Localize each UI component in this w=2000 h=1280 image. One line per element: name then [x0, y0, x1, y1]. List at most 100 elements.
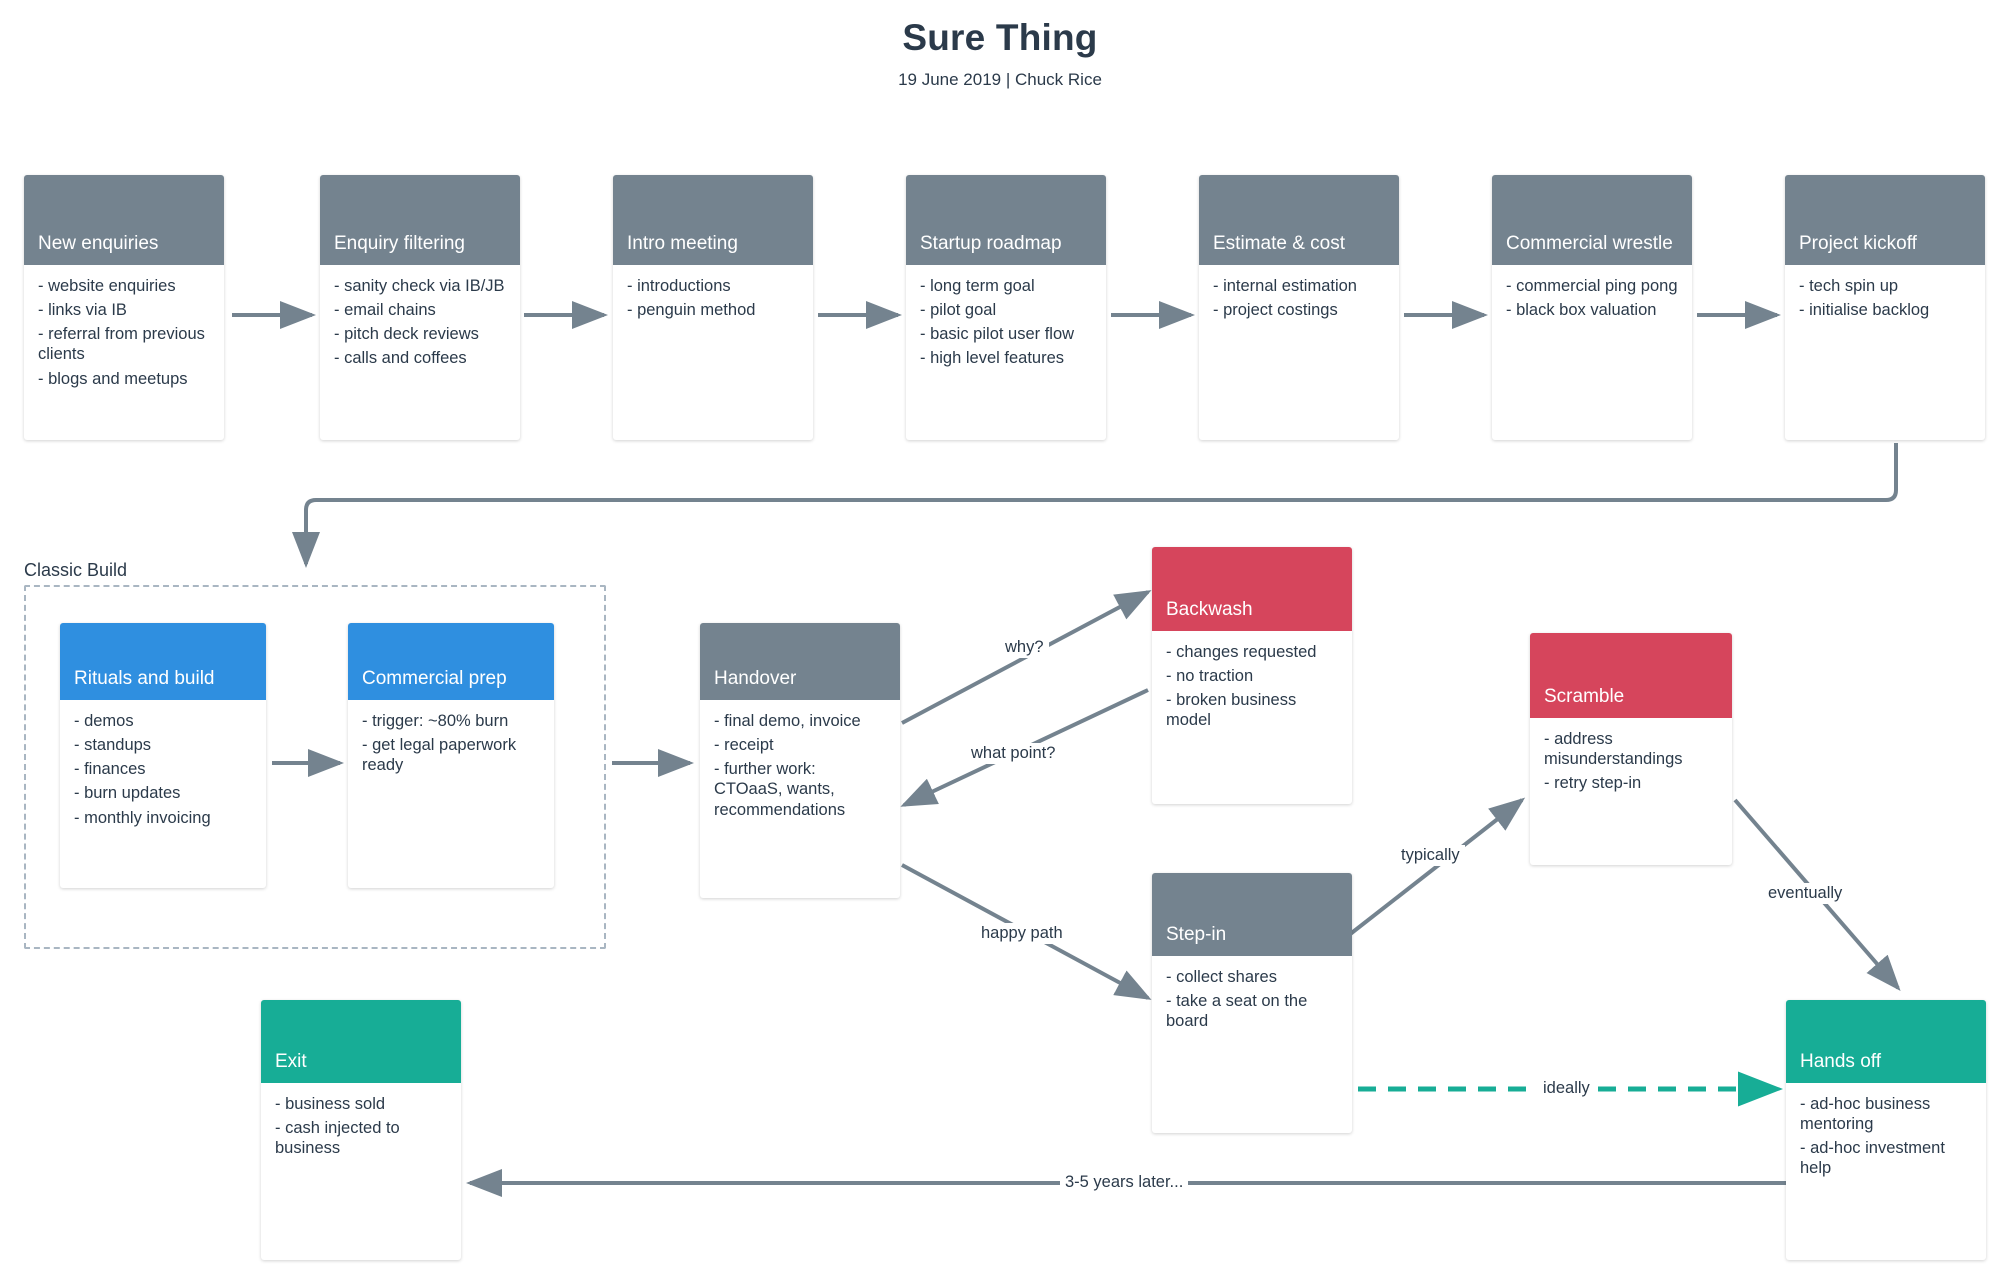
card-body-scramble: - address misunderstandings - retry step…: [1530, 718, 1732, 805]
card-intro-meeting[interactable]: Intro meeting - introductions - penguin …: [613, 175, 813, 440]
list-item: - business sold: [275, 1095, 386, 1113]
list-item: - receipt: [714, 736, 774, 755]
card-header-scramble: Scramble: [1530, 633, 1732, 718]
edge-label-why: why?: [1000, 637, 1049, 658]
card-header-exit: Exit: [261, 1000, 461, 1083]
list-item: - internal estimation: [1213, 277, 1357, 295]
list-item: - initialise backlog: [1799, 301, 1930, 320]
card-handover[interactable]: Handover - final demo, invoice - receipt…: [700, 623, 900, 898]
card-step-in[interactable]: Step-in - collect shares - take a seat o…: [1152, 873, 1352, 1133]
list-item: - cash injected to business: [275, 1119, 400, 1158]
card-header-backwash: Backwash: [1152, 547, 1352, 631]
list-item: - standups: [74, 736, 152, 755]
list-item: - broken business model: [1166, 691, 1297, 730]
card-estimate-cost[interactable]: Estimate & cost - internal estimation - …: [1199, 175, 1399, 440]
page-header: Sure Thing 19 June 2019 | Chuck Rice: [0, 17, 2000, 89]
list-item: - changes requested: [1166, 643, 1317, 661]
page-title: Sure Thing: [902, 17, 1098, 58]
list-item: - pitch deck reviews: [334, 325, 479, 344]
edge-stepin-to-scramble: [1347, 797, 1526, 937]
card-exit[interactable]: Exit - business sold - cash injected to …: [261, 1000, 461, 1260]
list-item: - basic pilot user flow: [920, 325, 1075, 344]
edge-label-ideally: ideally: [1538, 1078, 1595, 1099]
list-item: - get legal paperwork ready: [362, 736, 517, 775]
card-header-commercial-prep: Commercial prep: [348, 623, 554, 700]
list-item: - final demo, invoice: [714, 712, 861, 730]
card-header-commercial-wrestle: Commercial wrestle: [1492, 175, 1692, 265]
list-item: - introductions: [627, 277, 731, 295]
edge-label-years-later: 3-5 years later...: [1060, 1172, 1189, 1193]
list-item: - burn updates: [74, 784, 181, 803]
edge-kickoff-to-classic: [292, 443, 1898, 568]
list-item: - ad-hoc business mentoring: [1800, 1095, 1931, 1134]
list-item: - high level features: [920, 349, 1064, 368]
page-subtitle: 19 June 2019 | Chuck Rice: [898, 69, 1102, 89]
list-item: - commercial ping pong: [1506, 277, 1678, 295]
card-body-enquiry-filtering: - sanity check via IB/JB - email chains …: [320, 265, 520, 381]
list-item: - no traction: [1166, 667, 1254, 686]
edge-label-typically: typically: [1396, 845, 1465, 866]
card-new-enquiries[interactable]: New enquiries - website enquiries - link…: [24, 175, 224, 440]
list-item: - website enquiries: [38, 277, 176, 295]
card-commercial-prep[interactable]: Commercial prep - trigger: ~80% burn - g…: [348, 623, 554, 888]
card-body-startup-roadmap: - long term goal - pilot goal - basic pi…: [906, 265, 1106, 381]
edge-label-happy-path: happy path: [976, 923, 1068, 944]
card-rituals-and-build[interactable]: Rituals and build - demos - standups - f…: [60, 623, 266, 888]
list-item: - sanity check via IB/JB: [334, 277, 505, 295]
list-item: - monthly invoicing: [74, 808, 211, 827]
list-item: - blogs and meetups: [38, 369, 188, 388]
card-backwash[interactable]: Backwash - changes requested - no tracti…: [1152, 547, 1352, 804]
card-header-project-kickoff: Project kickoff: [1785, 175, 1985, 265]
card-commercial-wrestle[interactable]: Commercial wrestle - commercial ping pon…: [1492, 175, 1692, 440]
card-body-rituals-and-build: - demos - standups - finances - burn upd…: [60, 700, 266, 840]
card-body-intro-meeting: - introductions - penguin method: [613, 265, 813, 332]
edge-label-what-point: what point?: [966, 743, 1061, 764]
list-item: - address misunderstandings: [1544, 730, 1683, 769]
list-item: - ad-hoc investment help: [1800, 1139, 1945, 1178]
card-body-commercial-prep: - trigger: ~80% burn - get legal paperwo…: [348, 700, 554, 787]
list-item: - long term goal: [920, 277, 1035, 295]
list-item: - finances: [74, 760, 146, 779]
card-scramble[interactable]: Scramble - address misunderstandings - r…: [1530, 633, 1732, 865]
card-body-backwash: - changes requested - no traction - brok…: [1152, 631, 1352, 743]
card-body-project-kickoff: - tech spin up - initialise backlog: [1785, 265, 1985, 332]
card-header-startup-roadmap: Startup roadmap: [906, 175, 1106, 265]
card-hands-off[interactable]: Hands off - ad-hoc business mentoring - …: [1786, 1000, 1986, 1260]
edge-label-eventually: eventually: [1763, 883, 1848, 904]
card-header-rituals-and-build: Rituals and build: [60, 623, 266, 700]
list-item: - further work: CTOaaS, wants, recommend…: [714, 760, 846, 819]
card-body-handover: - final demo, invoice - receipt - furthe…: [700, 700, 900, 832]
list-item: - penguin method: [627, 301, 756, 320]
card-project-kickoff[interactable]: Project kickoff - tech spin up - initial…: [1785, 175, 1985, 440]
card-header-handover: Handover: [700, 623, 900, 700]
list-item: - pilot goal: [920, 301, 997, 320]
list-item: - calls and coffees: [334, 349, 467, 368]
list-item: - black box valuation: [1506, 301, 1657, 320]
card-body-exit: - business sold - cash injected to busin…: [261, 1083, 461, 1170]
list-item: - collect shares: [1166, 968, 1277, 986]
card-header-enquiry-filtering: Enquiry filtering: [320, 175, 520, 265]
list-item: - retry step-in: [1544, 774, 1642, 793]
card-header-estimate-cost: Estimate & cost: [1199, 175, 1399, 265]
list-item: - project costings: [1213, 301, 1338, 320]
card-header-hands-off: Hands off: [1786, 1000, 1986, 1083]
list-item: - take a seat on the board: [1166, 992, 1308, 1031]
list-item: - demos: [74, 712, 134, 730]
list-item: - referral from previous clients: [38, 325, 205, 364]
card-body-hands-off: - ad-hoc business mentoring - ad-hoc inv…: [1786, 1083, 1986, 1191]
list-item: - tech spin up: [1799, 277, 1899, 295]
card-body-new-enquiries: - website enquiries - links via IB - ref…: [24, 265, 224, 401]
card-startup-roadmap[interactable]: Startup roadmap - long term goal - pilot…: [906, 175, 1106, 440]
list-item: - links via IB: [38, 301, 127, 320]
list-item: - email chains: [334, 301, 436, 320]
list-item: - trigger: ~80% burn: [362, 712, 509, 730]
card-header-step-in: Step-in: [1152, 873, 1352, 956]
card-body-commercial-wrestle: - commercial ping pong - black box valua…: [1492, 265, 1692, 332]
card-body-step-in: - collect shares - take a seat on the bo…: [1152, 956, 1352, 1043]
card-enquiry-filtering[interactable]: Enquiry filtering - sanity check via IB/…: [320, 175, 520, 440]
card-body-estimate-cost: - internal estimation - project costings: [1199, 265, 1399, 332]
card-header-new-enquiries: New enquiries: [24, 175, 224, 265]
card-header-intro-meeting: Intro meeting: [613, 175, 813, 265]
diagram-canvas: Sure Thing 19 June 2019 | Chuck Rice Cla…: [0, 0, 2000, 1280]
group-label-classic-build: Classic Build: [24, 560, 128, 580]
